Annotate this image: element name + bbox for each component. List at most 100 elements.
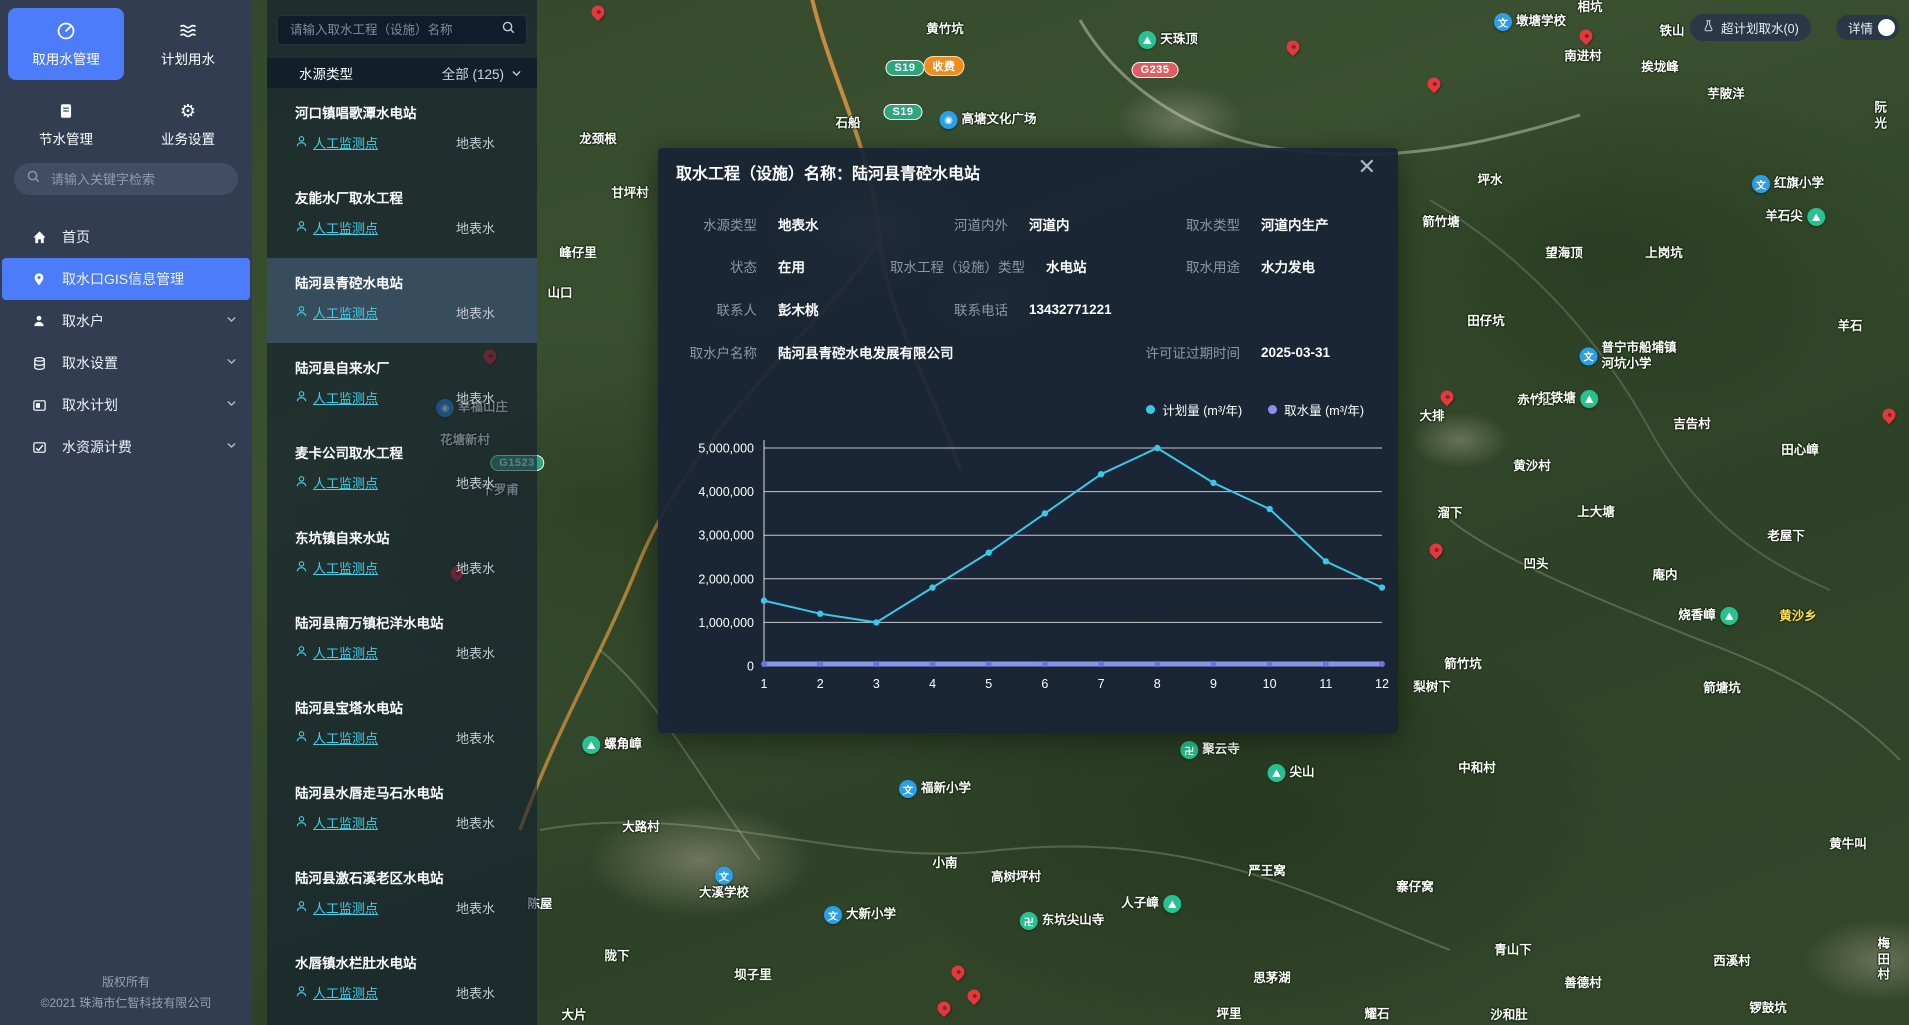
map-red-pin[interactable] <box>1430 544 1443 557</box>
map-red-pin[interactable] <box>1428 78 1441 91</box>
monitor-link[interactable]: 人工监测点 <box>295 388 378 407</box>
sidebar-item-3[interactable]: 取水户 <box>0 300 252 342</box>
map-label[interactable]: 文墩塘学校 <box>1494 13 1566 31</box>
sidebar-search-input[interactable] <box>49 171 223 188</box>
map-label[interactable]: 文福新小学 <box>899 780 971 798</box>
field-label: 许可证过期时间 <box>1124 342 1240 362</box>
map-label: 田心嶂 <box>1781 443 1819 459</box>
map-red-pin[interactable] <box>938 1002 951 1015</box>
monitor-link[interactable]: 人工监测点 <box>295 643 378 662</box>
close-icon[interactable]: ✕ <box>1358 156 1376 178</box>
map-red-pin[interactable] <box>968 990 981 1003</box>
map-label: 沙和肚 <box>1490 1008 1528 1024</box>
svg-text:11: 11 <box>1319 677 1332 691</box>
user-icon <box>30 314 48 328</box>
map-red-pin[interactable] <box>592 6 605 19</box>
module-label: 取用水管理 <box>32 48 100 68</box>
monitor-link[interactable]: 人工监测点 <box>295 813 378 832</box>
sidebar-item-4[interactable]: 取水设置 <box>0 342 252 384</box>
station-search-input[interactable] <box>288 22 501 38</box>
monitor-link[interactable]: 人工监测点 <box>295 728 378 747</box>
red-pin-icon[interactable] <box>1438 388 1456 406</box>
sidebar-item-1[interactable]: 首页 <box>0 216 252 258</box>
search-icon[interactable] <box>501 20 516 40</box>
red-pin-icon[interactable] <box>1284 38 1302 56</box>
station-list-item[interactable]: 陆河县宝塔水电站人工监测点地表水 <box>267 683 537 768</box>
sidebar-search[interactable] <box>14 163 238 195</box>
red-pin-icon[interactable] <box>965 987 983 1005</box>
station-list-item[interactable]: 友能水厂取水工程人工监测点地表水 <box>267 173 537 258</box>
module-button-1[interactable]: 取用水管理 <box>8 8 124 80</box>
monitor-label: 人工监测点 <box>313 643 378 662</box>
map-label[interactable]: ◉高塘文化广场 <box>939 111 1036 129</box>
legend-item[interactable]: 取水量 (m³/年) <box>1268 400 1364 419</box>
person-icon <box>295 815 308 831</box>
red-pin-icon[interactable] <box>949 963 967 981</box>
station-list-item[interactable]: 东坑镇自来水站人工监测点地表水 <box>267 513 537 598</box>
map-label[interactable]: 文普宁市船埔镇 河坑小学 <box>1579 340 1676 371</box>
red-pin-icon[interactable] <box>1577 27 1595 45</box>
svg-text:6: 6 <box>1041 677 1048 691</box>
detail-toggle[interactable]: 详情 <box>1836 15 1899 40</box>
map-red-pin[interactable] <box>1441 391 1454 404</box>
map-label[interactable]: 文大溪学校 <box>699 867 749 902</box>
copyright-line1: 版权所有 <box>0 972 252 992</box>
map-red-pin[interactable] <box>1580 30 1593 43</box>
module-button-2[interactable]: 计划用水 <box>130 8 246 80</box>
legend-item[interactable]: 计划量 (m³/年) <box>1146 400 1242 419</box>
map-label: 峰仔里 <box>559 246 597 262</box>
red-pin-icon[interactable] <box>935 999 953 1017</box>
mountain-marker-icon <box>1807 208 1825 226</box>
sidebar-item-6[interactable]: 水资源计费 <box>0 426 252 468</box>
station-list-item[interactable]: 陆河县水唇走马石水电站人工监测点地表水 <box>267 768 537 853</box>
station-list-item[interactable]: 陆河县青硿水电站人工监测点地表水 <box>267 258 537 343</box>
filter-value-dropdown[interactable]: 全部 (125) <box>442 63 523 83</box>
map-label: 锣鼓坑 <box>1749 1001 1787 1017</box>
module-button-4[interactable]: ⚙业务设置 <box>130 88 246 160</box>
sidebar-item-5[interactable]: 取水计划 <box>0 384 252 426</box>
monitor-link[interactable]: 人工监测点 <box>295 983 378 1002</box>
monitor-link[interactable]: 人工监测点 <box>295 898 378 917</box>
station-list-item[interactable]: 陆河县激石溪老区水电站人工监测点地表水 <box>267 853 537 938</box>
red-pin-icon[interactable] <box>1427 541 1445 559</box>
monitor-link[interactable]: 人工监测点 <box>295 133 378 152</box>
monitor-link[interactable]: 人工监测点 <box>295 218 378 237</box>
person-icon <box>295 985 308 1001</box>
monitor-link[interactable]: 人工监测点 <box>295 303 378 322</box>
over-plan-intake-button[interactable]: 超计划取水(0) <box>1690 14 1811 41</box>
mountain-marker-icon <box>582 736 600 754</box>
station-name: 陆河县激石溪老区水电站 <box>295 867 495 887</box>
station-list-item[interactable]: 陆河县自来水厂人工监测点地表水 <box>267 343 537 428</box>
station-name: 陆河县宝塔水电站 <box>295 697 495 717</box>
toggle-knob[interactable] <box>1878 19 1895 36</box>
sidebar-item-2[interactable]: 取水口GIS信息管理 <box>2 258 250 300</box>
map-place-name: 峰仔里 <box>559 246 597 262</box>
module-button-3[interactable]: 节水管理 <box>8 88 124 160</box>
station-list-item[interactable]: 水唇镇水栏肚水电站人工监测点地表水 <box>267 938 537 1023</box>
map-label[interactable]: 文红旗小学 <box>1752 175 1824 193</box>
station-search[interactable] <box>277 15 527 45</box>
chevron-down-icon <box>510 67 523 80</box>
field-1-3: 取水类型河道内生产 <box>1124 214 1398 234</box>
map-place-name: 大片 <box>561 1008 586 1024</box>
map-red-pin[interactable] <box>952 966 965 979</box>
monitor-link[interactable]: 人工监测点 <box>295 473 378 492</box>
red-pin-icon[interactable] <box>1425 75 1443 93</box>
station-list-item[interactable]: 河口镇唱歌潭水电站人工监测点地表水 <box>267 88 537 173</box>
map-label[interactable]: 文大新小学 <box>824 906 896 924</box>
map-place-name: 坝子里 <box>734 968 772 984</box>
map-place-name: 聚云寺 <box>1202 742 1240 758</box>
map-place-name: 普宁市船埔镇 河坑小学 <box>1601 340 1676 371</box>
intake-plan-chart: 01,000,0002,000,0003,000,0004,000,0005,0… <box>658 420 1398 720</box>
red-pin-icon[interactable] <box>1880 406 1898 424</box>
map-red-pin[interactable] <box>1883 409 1896 422</box>
red-pin-icon[interactable] <box>589 3 607 21</box>
station-list-item[interactable]: 陆河县南万镇杞洋水电站人工监测点地表水 <box>267 598 537 683</box>
map-label: 寨仔窝 <box>1396 880 1434 896</box>
station-list-item[interactable]: 麦卡公司取水工程人工监测点地表水 <box>267 428 537 513</box>
monitor-link[interactable]: 人工监测点 <box>295 558 378 577</box>
field-4-3: 许可证过期时间2025-03-31 <box>1124 342 1398 362</box>
person-icon <box>295 730 308 746</box>
map-red-pin[interactable] <box>1287 41 1300 54</box>
chevron-down-icon <box>225 397 238 413</box>
